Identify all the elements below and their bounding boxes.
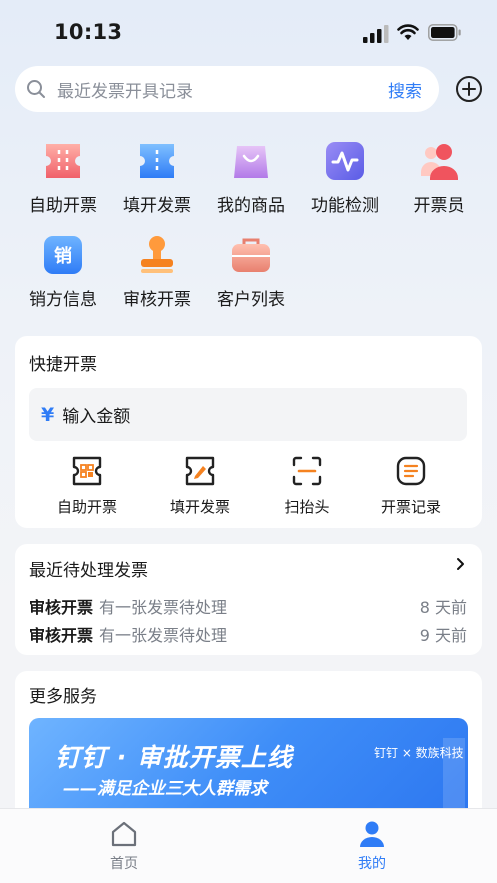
banner-decoration [443, 738, 465, 818]
grid-label: 填开发票 [123, 196, 191, 216]
grid-item-staff[interactable]: 开票员 [391, 138, 485, 218]
search-input[interactable]: 最近发票开具记录 搜索 [15, 66, 439, 112]
grid-item-self-invoice[interactable]: 自助开票 [15, 138, 109, 218]
promo-banner[interactable]: 钉钉 · 审批开票上线 ——满足企业三大人群需求 钉钉 × 数族科技 [29, 718, 468, 818]
quick-title: 快捷开票 [29, 355, 97, 375]
grid-label: 功能检测 [311, 196, 379, 216]
amount-placeholder: 输入金额 [62, 407, 131, 427]
grid-item-my-products[interactable]: 我的商品 [203, 138, 297, 218]
amount-input[interactable]: ¥ 输入金额 [29, 388, 467, 441]
yen-icon: ¥ [41, 403, 55, 426]
seller-info-icon: 销 [44, 236, 82, 274]
quick-action-self-invoice[interactable]: 自助开票 [32, 454, 142, 517]
self-invoice-outline-icon [72, 456, 102, 486]
pending-type: 审核开票 [29, 598, 94, 617]
grid-item-customer-list[interactable]: 客户列表 [203, 232, 297, 312]
grid-item-function-check[interactable]: 功能检测 [297, 138, 391, 218]
quick-action-label: 扫抬头 [284, 498, 330, 516]
grid-label: 自助开票 [29, 196, 97, 216]
tab-label: 首页 [110, 856, 138, 872]
battery-icon [428, 24, 461, 41]
quick-action-label: 开票记录 [380, 498, 441, 516]
svg-text:销: 销 [54, 245, 72, 267]
quick-action-scan-header[interactable]: 扫抬头 [252, 454, 362, 517]
grid-item-review-invoice[interactable]: 审核开票 [109, 232, 203, 312]
home-icon [111, 821, 137, 847]
more-title: 更多服务 [29, 687, 97, 707]
quick-action-invoice-record[interactable]: 开票记录 [356, 454, 466, 517]
pending-time: 8 天前 [419, 598, 467, 617]
stamp-icon [141, 236, 173, 273]
quick-action-label: 自助开票 [56, 498, 117, 516]
signal-icon [363, 25, 389, 43]
quick-invoice-card: 快捷开票 ¥ 输入金额 自助开票 填开发票 扫抬头 开票记录 [15, 336, 482, 528]
search-row: 最近发票开具记录 搜索 [15, 66, 485, 112]
pending-time: 9 天前 [419, 626, 467, 645]
grid-label: 开票员 [413, 196, 465, 216]
invoice-record-icon [396, 456, 426, 486]
self-invoice-icon [46, 144, 80, 178]
pending-type: 审核开票 [29, 626, 94, 645]
grid-item-fill-invoice[interactable]: 填开发票 [109, 138, 203, 218]
grid-label: 客户列表 [217, 290, 285, 310]
scan-icon [292, 456, 322, 486]
search-placeholder: 最近发票开具记录 [57, 81, 193, 102]
chevron-right-icon[interactable] [456, 557, 466, 571]
user-icon [360, 821, 384, 847]
grid-label: 我的商品 [217, 196, 285, 216]
tab-bar: 首页 我的 [0, 808, 497, 883]
status-bar: 10:13 [0, 0, 497, 62]
tab-mine[interactable]: 我的 [332, 819, 412, 873]
pending-row[interactable]: 审核开票 有一张发票待处理 9 天前 [29, 622, 467, 646]
search-button[interactable]: 搜索 [388, 77, 422, 102]
tab-label: 我的 [358, 856, 386, 872]
search-icon [27, 80, 45, 98]
pending-row[interactable]: 审核开票 有一张发票待处理 8 天前 [29, 594, 467, 618]
shopping-bag-icon [234, 146, 268, 178]
grid-label: 销方信息 [29, 290, 97, 310]
staff-icon [421, 144, 458, 180]
pending-invoices-card[interactable]: 最近待处理发票 审核开票 有一张发票待处理 8 天前 审核开票 有一张发票待处理 9… [15, 544, 482, 655]
add-circle-icon[interactable] [455, 75, 483, 103]
grid-label: 审核开票 [123, 290, 191, 310]
quick-action-label: 填开发票 [169, 498, 230, 516]
wifi-icon [397, 24, 419, 40]
pending-title: 最近待处理发票 [29, 561, 148, 581]
tab-home[interactable]: 首页 [84, 819, 164, 873]
banner-title: 钉钉 · 审批开票上线 [55, 743, 293, 772]
pending-desc: 有一张发票待处理 [99, 598, 228, 617]
grid-item-seller-info[interactable]: 销 销方信息 [15, 232, 109, 312]
edit-invoice-outline-icon [185, 456, 215, 486]
banner-subtitle: ——满足企业三大人群需求 [63, 779, 267, 799]
pending-desc: 有一张发票待处理 [99, 626, 228, 645]
pulse-check-icon [326, 142, 364, 180]
quick-action-fill-invoice[interactable]: 填开发票 [145, 454, 255, 517]
status-time: 10:13 [54, 20, 123, 44]
fill-invoice-icon [140, 144, 174, 178]
briefcase-icon [232, 238, 270, 272]
